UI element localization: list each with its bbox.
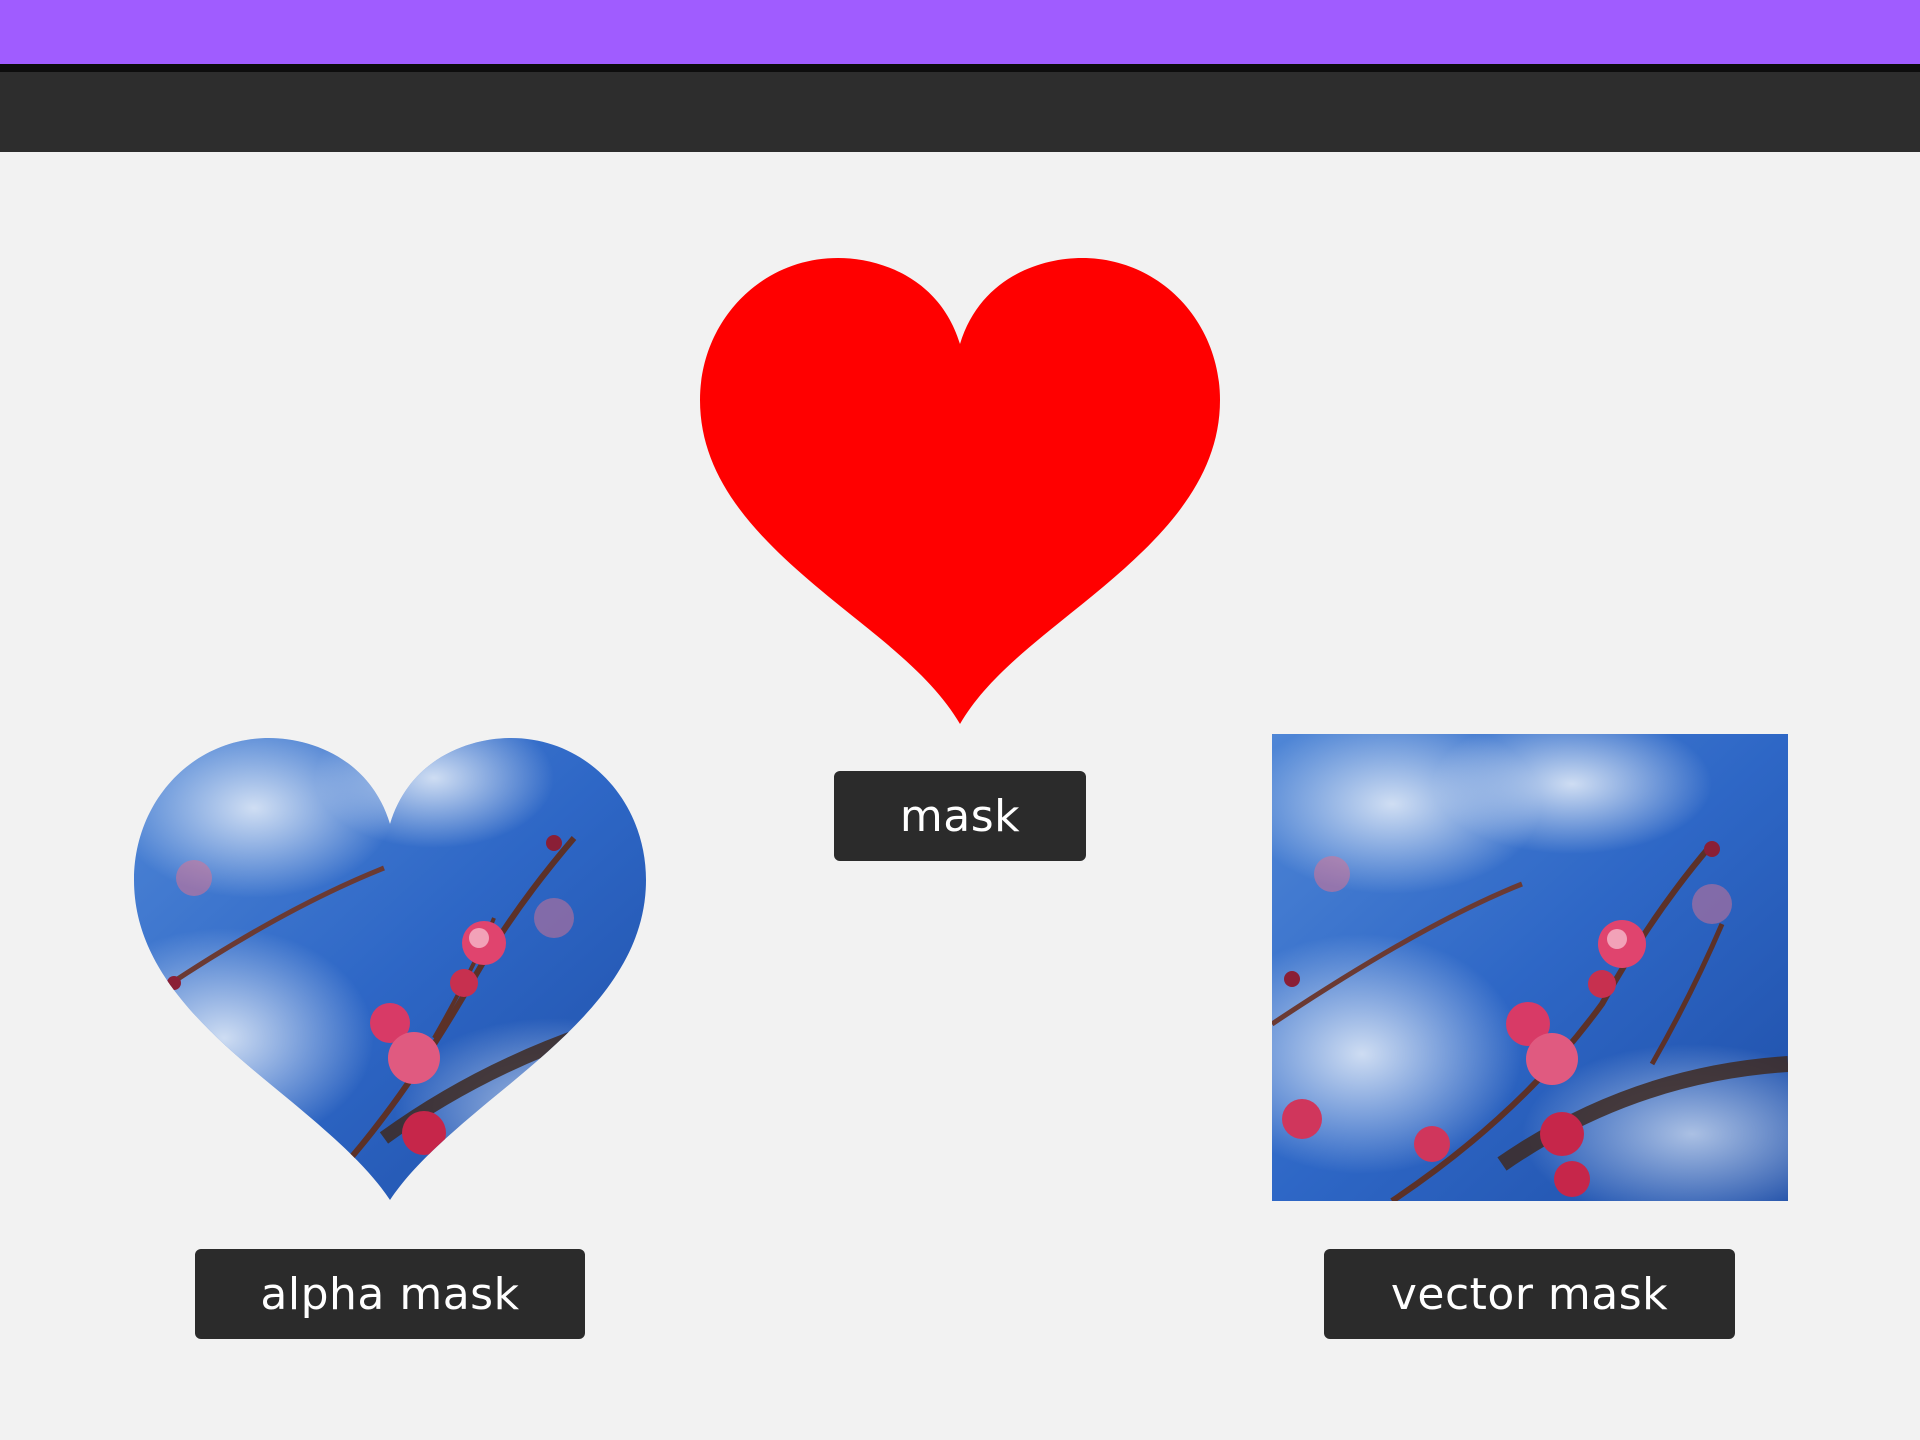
- plum-blossom-photo: [1272, 734, 1788, 1201]
- vector-mask-label-text: vector mask: [1390, 1268, 1669, 1320]
- alpha-mask-result[interactable]: [134, 738, 646, 1200]
- title-bar: [0, 0, 1920, 64]
- alpha-mask-label: alpha mask: [195, 1249, 585, 1339]
- title-bar-border: [0, 64, 1920, 72]
- heart-mask-shape[interactable]: [700, 258, 1220, 724]
- mask-label: mask: [834, 771, 1086, 861]
- plum-blossom-photo: [134, 738, 646, 1200]
- toolbar: [0, 72, 1920, 152]
- mask-label-text: mask: [899, 790, 1021, 842]
- vector-mask-result[interactable]: [1272, 734, 1788, 1201]
- vector-mask-label: vector mask: [1324, 1249, 1735, 1339]
- heart-icon: [700, 258, 1220, 724]
- alpha-mask-label-text: alpha mask: [260, 1268, 520, 1320]
